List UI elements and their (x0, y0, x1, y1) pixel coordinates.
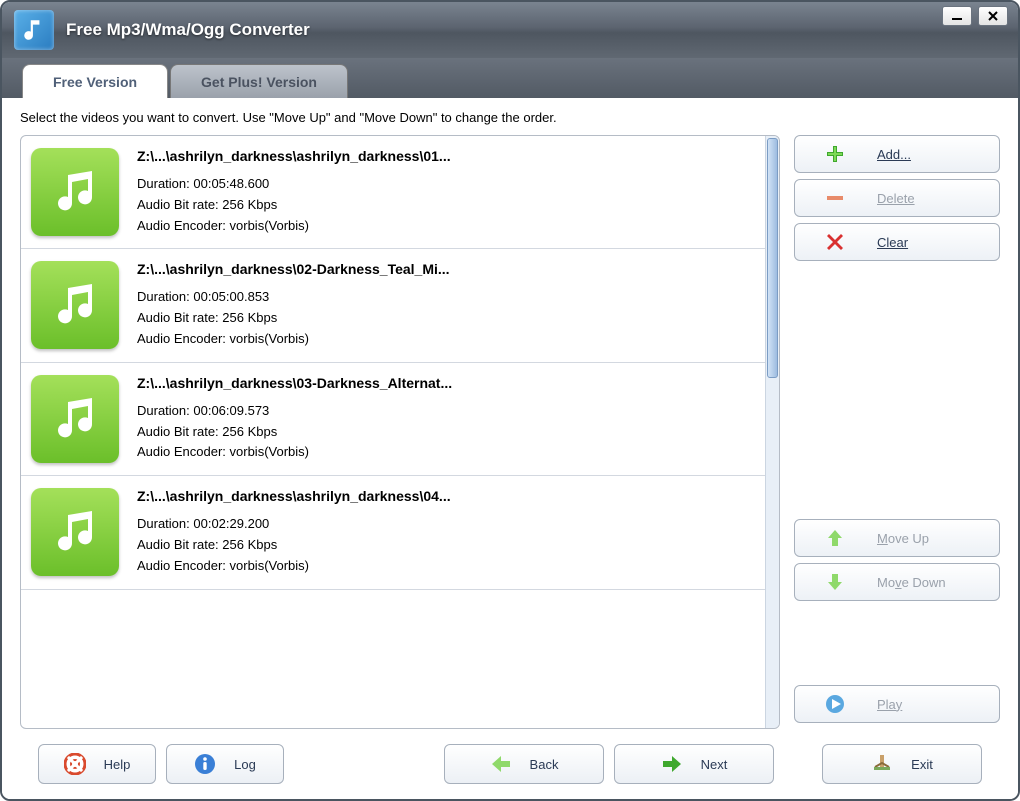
file-info: Z:\...\ashrilyn_darkness\03-Darkness_Alt… (137, 375, 755, 463)
file-item[interactable]: Z:\...\ashrilyn_darkness\02-Darkness_Tea… (21, 249, 765, 362)
add-label: Add... (877, 147, 911, 162)
file-meta: Duration: 00:05:48.600Audio Bit rate: 25… (137, 174, 755, 236)
tab-plus-version[interactable]: Get Plus! Version (170, 64, 348, 98)
exit-icon (871, 753, 893, 775)
exit-button[interactable]: Exit (822, 744, 982, 784)
file-meta: Duration: 00:05:00.853Audio Bit rate: 25… (137, 287, 755, 349)
titlebar: Free Mp3/Wma/Ogg Converter (2, 2, 1018, 58)
delete-label: Delete (877, 191, 915, 206)
close-button[interactable] (978, 6, 1008, 26)
log-label: Log (234, 757, 256, 772)
file-path: Z:\...\ashrilyn_darkness\ashrilyn_darkne… (137, 148, 755, 164)
clear-label: Clear (877, 235, 908, 250)
minimize-button[interactable] (942, 6, 972, 26)
arrow-right-icon (661, 754, 683, 774)
clear-button[interactable]: Clear (794, 223, 1000, 261)
file-meta: Duration: 00:06:09.573Audio Bit rate: 25… (137, 401, 755, 463)
scroll-thumb[interactable] (767, 138, 778, 378)
move-up-label: Move Up (877, 531, 929, 546)
move-up-button[interactable]: Move Up (794, 519, 1000, 557)
footer-bar: Help Log Back Next Exit (20, 729, 1000, 799)
delete-button[interactable]: Delete (794, 179, 1000, 217)
window-controls (942, 6, 1008, 26)
back-label: Back (530, 757, 559, 772)
file-info: Z:\...\ashrilyn_darkness\ashrilyn_darkne… (137, 488, 755, 576)
tab-free-version[interactable]: Free Version (22, 64, 168, 98)
file-item[interactable]: Z:\...\ashrilyn_darkness\ashrilyn_darkne… (21, 476, 765, 589)
file-item[interactable]: Z:\...\ashrilyn_darkness\ashrilyn_darkne… (21, 136, 765, 249)
music-thumb-icon (31, 375, 119, 463)
file-info: Z:\...\ashrilyn_darkness\ashrilyn_darkne… (137, 148, 755, 236)
file-meta: Duration: 00:02:29.200Audio Bit rate: 25… (137, 514, 755, 576)
play-label: Play (877, 697, 902, 712)
help-icon (64, 753, 86, 775)
add-button[interactable]: Add... (794, 135, 1000, 173)
next-button[interactable]: Next (614, 744, 774, 784)
arrow-down-icon (823, 572, 847, 592)
info-icon (194, 753, 216, 775)
cross-icon (823, 232, 847, 252)
move-down-label: Move Down (877, 575, 946, 590)
side-buttons: Add... Delete Clear Move Up Move Do (794, 135, 1000, 729)
window-title: Free Mp3/Wma/Ogg Converter (66, 20, 310, 40)
scrollbar[interactable] (765, 136, 779, 728)
file-list-panel: Z:\...\ashrilyn_darkness\ashrilyn_darkne… (20, 135, 780, 729)
app-icon (14, 10, 54, 50)
play-icon (823, 694, 847, 714)
main-row: Z:\...\ashrilyn_darkness\ashrilyn_darkne… (20, 135, 1000, 729)
log-button[interactable]: Log (166, 744, 284, 784)
file-info: Z:\...\ashrilyn_darkness\02-Darkness_Tea… (137, 261, 755, 349)
file-path: Z:\...\ashrilyn_darkness\ashrilyn_darkne… (137, 488, 755, 504)
app-window: Free Mp3/Wma/Ogg Converter Free Version … (0, 0, 1020, 801)
instruction-text: Select the videos you want to convert. U… (20, 110, 1000, 125)
file-path: Z:\...\ashrilyn_darkness\03-Darkness_Alt… (137, 375, 755, 391)
back-button[interactable]: Back (444, 744, 604, 784)
exit-label: Exit (911, 757, 933, 772)
help-button[interactable]: Help (38, 744, 156, 784)
tab-label: Get Plus! Version (201, 74, 317, 90)
content-area: Select the videos you want to convert. U… (2, 98, 1018, 799)
plus-icon (823, 144, 847, 164)
tab-label: Free Version (53, 74, 137, 90)
music-thumb-icon (31, 148, 119, 236)
arrow-up-icon (823, 528, 847, 548)
file-list[interactable]: Z:\...\ashrilyn_darkness\ashrilyn_darkne… (21, 136, 765, 728)
move-down-button[interactable]: Move Down (794, 563, 1000, 601)
music-thumb-icon (31, 261, 119, 349)
arrow-left-icon (490, 754, 512, 774)
next-label: Next (701, 757, 728, 772)
file-path: Z:\...\ashrilyn_darkness\02-Darkness_Tea… (137, 261, 755, 277)
minus-icon (823, 193, 847, 203)
play-button[interactable]: Play (794, 685, 1000, 723)
tab-bar: Free Version Get Plus! Version (2, 58, 1018, 98)
file-item[interactable]: Z:\...\ashrilyn_darkness\03-Darkness_Alt… (21, 363, 765, 476)
help-label: Help (104, 757, 131, 772)
music-thumb-icon (31, 488, 119, 576)
